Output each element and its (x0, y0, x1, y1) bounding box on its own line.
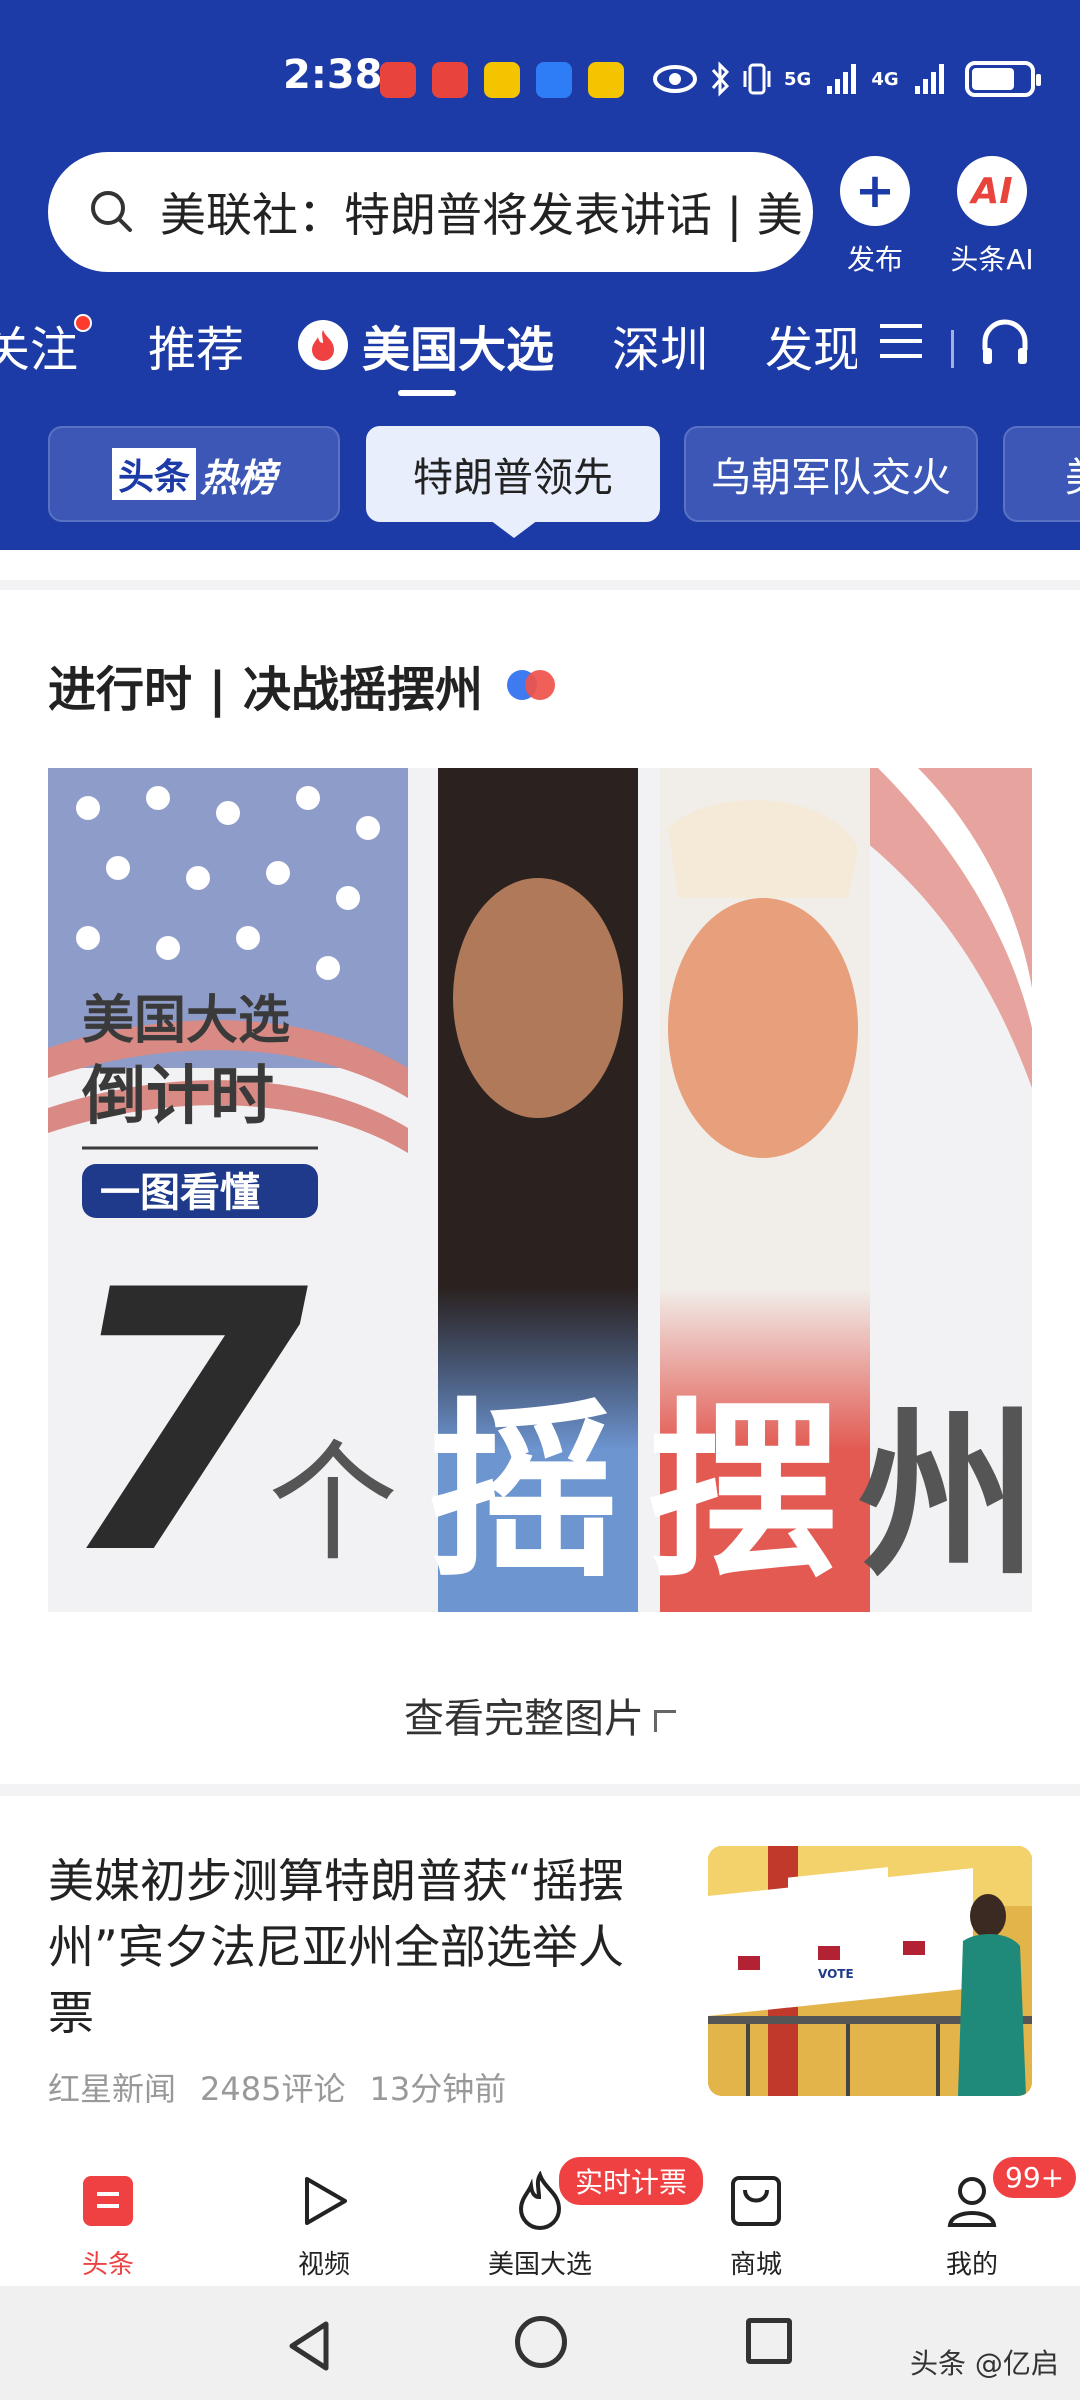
hero-text-countdown: 倒计时 (81, 1060, 274, 1134)
card-title[interactable]: 进行时 | 决战摇摆州 (48, 650, 555, 720)
channel-tabs: 关注 推荐 美国大选 深圳 发现 (0, 310, 1080, 396)
home-feed-icon (83, 2176, 133, 2226)
security-app-icon (536, 62, 572, 98)
news-time: 13分钟前 (369, 2070, 507, 2108)
hero-text-one-chart: 一图看懂 (100, 1170, 260, 1216)
tab-discover[interactable]: 发现 (765, 310, 857, 380)
tab-shenzhen[interactable]: 深圳 (612, 310, 708, 380)
weibo-icon (588, 62, 624, 98)
hotlist-label: 热榜 (200, 455, 277, 500)
unread-dot (74, 314, 93, 332)
search-suggestion-text: 美联社：特朗普将发表讲话 | 美 (160, 188, 803, 242)
app-header: 2:38 5G 4G 美联社：特朗普将发表讲话 | 美 + 发布 AI 头条AI (0, 0, 1080, 550)
feed-top-gap (0, 550, 1080, 590)
video-icon-wrap (234, 2166, 414, 2236)
expand-icon (654, 1710, 676, 1732)
news-item[interactable]: 美媒初步测算特朗普获“摇摆州”宾夕法尼亚州全部选举人票 红星新闻 2485评论 … (0, 1796, 1080, 2136)
shopping-bag-icon (731, 2176, 781, 2226)
news-comments: 2485评论 (200, 2070, 346, 2108)
play-icon (305, 2177, 347, 2225)
card-title-text: 进行时 | 决战摇摆州 (48, 662, 483, 718)
news-thumbnail[interactable]: VOTE (708, 1846, 1032, 2096)
nav-video[interactable]: 视频 (234, 2166, 414, 2281)
selected-tag-pointer (490, 520, 538, 538)
hero-text-election: 美国大选 (82, 991, 290, 1051)
view-full-image-label: 查看完整图片 (404, 1696, 644, 1742)
voting-booth-image: VOTE (708, 1846, 1032, 2096)
home-circle-icon[interactable] (515, 2316, 567, 2368)
toutiao-hotlist-tag[interactable]: 头条 热榜 (48, 426, 340, 522)
watermark: 头条 @亿启 (910, 2347, 1059, 2380)
ai-button-circle: AI (957, 156, 1027, 226)
signal-icon (827, 64, 857, 94)
network-4g-label: 4G (871, 68, 899, 90)
hero-text-yao: 摇 (428, 1382, 618, 1603)
status-bar: 2:38 5G 4G (0, 50, 1080, 110)
huawei-app-icon (432, 62, 468, 98)
headphones-icon[interactable] (977, 314, 1033, 370)
tab-follow-label: 关注 (0, 322, 79, 378)
thumb-vote-text: VOTE (818, 1967, 854, 1981)
notification-icons (380, 62, 624, 98)
publish-button-circle: + (840, 156, 910, 226)
hero-image[interactable]: 美国大选 倒计时 一图看懂 7 个 摇 摆 州 (48, 768, 1032, 1612)
hero-image-art: 美国大选 倒计时 一图看懂 7 个 摇 摆 州 (48, 768, 1032, 1612)
search-bar[interactable]: 美联社：特朗普将发表讲话 | 美 (48, 152, 813, 272)
hero-text-ge: 个 (268, 1427, 398, 1579)
news-title[interactable]: 美媒初步测算特朗普获“摇摆州”宾夕法尼亚州全部选举人票 (48, 1848, 658, 2046)
hot-topic-tags: 头条 热榜 特朗普领先 乌朝军队交火 美 (0, 426, 1080, 522)
nav-home[interactable]: 头条 (18, 2166, 198, 2281)
network-5g-label: 5G (784, 68, 812, 90)
news-source: 红星新闻 (48, 2070, 177, 2108)
publish-button[interactable]: + 发布 (810, 156, 940, 278)
toutiao-ai-label: 头条AI (950, 243, 1034, 276)
huawei-app-icon (380, 62, 416, 98)
back-icon[interactable] (286, 2320, 334, 2372)
nav-video-label: 视频 (297, 2250, 350, 2280)
publish-label: 发布 (846, 243, 903, 276)
live-count-badge: 实时计票 (556, 2154, 707, 2208)
bottom-nav: 头条 视频 美国大选 商城 我的 实时计票 99+ (0, 2136, 1080, 2286)
tab-recommend[interactable]: 推荐 (148, 310, 244, 380)
home-icon-wrap (18, 2166, 198, 2236)
ai-icon: AI (971, 170, 1013, 212)
status-time: 2:38 (283, 52, 383, 98)
hot-tag-trump-leads[interactable]: 特朗普领先 (366, 426, 660, 522)
feed-separator (0, 1784, 1080, 1796)
search-icon (91, 191, 132, 232)
hot-tag-more[interactable]: 美 (1003, 426, 1080, 522)
plus-icon: + (854, 163, 896, 219)
hero-text-bai: 摆 (648, 1382, 838, 1603)
nav-us-election-label: 美国大选 (487, 2250, 592, 2280)
weibo-icon (484, 62, 520, 98)
nav-me-label: 我的 (945, 2250, 998, 2280)
fire-icon (298, 320, 348, 370)
toutiao-logo: 头条 (111, 448, 196, 500)
notification-count-badge: 99+ (990, 2154, 1080, 2201)
view-full-image-link[interactable]: 查看完整图片 (0, 1686, 1080, 1744)
nav-home-label: 头条 (81, 2250, 134, 2280)
hero-text-zhou: 州 (858, 1392, 1032, 1601)
bluetooth-icon (711, 61, 730, 97)
recent-apps-icon[interactable] (746, 2318, 792, 2364)
news-meta: 红星新闻 2485评论 13分钟前 (48, 2064, 506, 2110)
nav-mall-label: 商城 (729, 2250, 782, 2280)
signal-icon (914, 64, 944, 94)
tab-divider (951, 330, 954, 368)
system-icons: 5G 4G (652, 60, 1041, 98)
toutiao-ai-button[interactable]: AI 头条AI (927, 156, 1057, 278)
live-dots-icon (506, 670, 555, 700)
active-tab-indicator (398, 390, 456, 396)
hot-tag-ukraine-nk-clash[interactable]: 乌朝军队交火 (684, 426, 978, 522)
battery-icon (964, 61, 1041, 97)
tab-us-election[interactable]: 美国大选 (298, 310, 554, 380)
tab-follow[interactable]: 关注 (0, 310, 93, 380)
tab-us-election-label: 美国大选 (362, 322, 555, 378)
eye-icon (653, 65, 697, 93)
vibrate-icon (743, 63, 771, 95)
menu-icon[interactable] (876, 316, 926, 366)
